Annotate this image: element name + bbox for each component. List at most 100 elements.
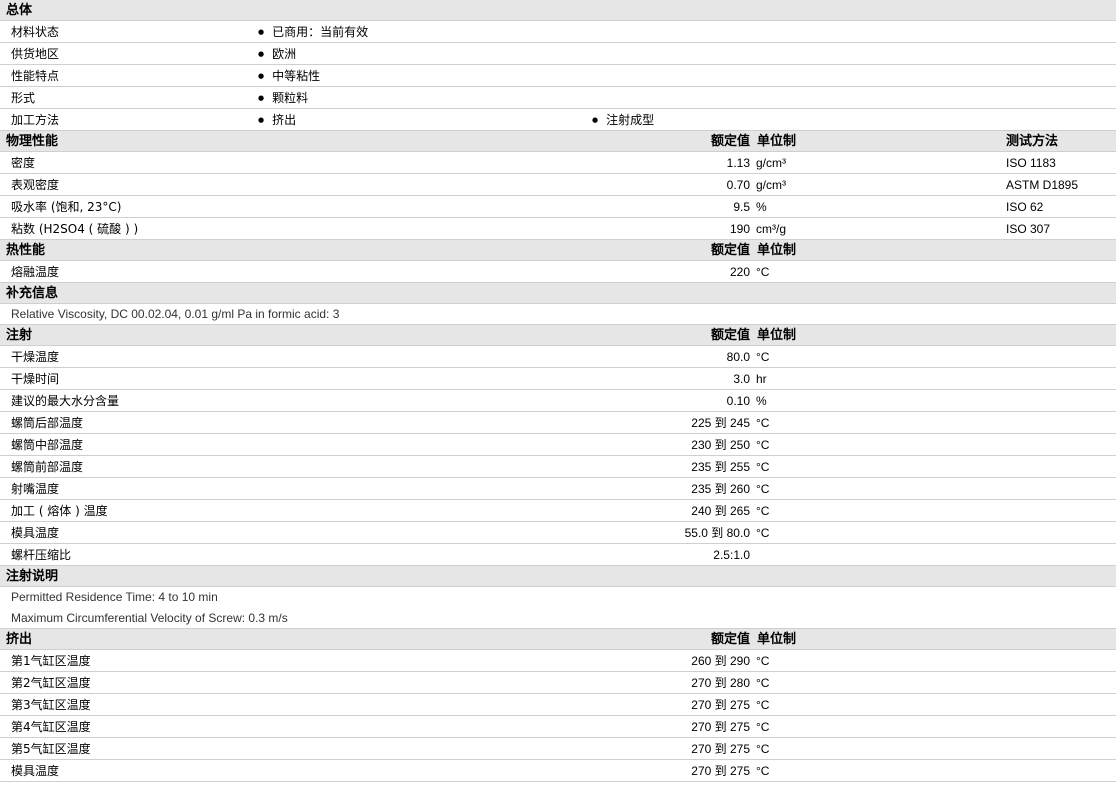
section-title: 补充信息 [6,286,59,301]
test-method: ASTM D1895 [1006,178,1079,192]
unit: °C [756,350,770,364]
column-header-nominal: 额定值 [710,632,750,647]
property-value: 颗粒料 [258,87,308,111]
section-title: 注射说明 [6,569,59,584]
unit: % [756,394,767,408]
nominal-value: 0.70 [726,178,750,192]
unit: °C [756,265,770,279]
property-label: 第1气缸区温度 [11,654,91,668]
section-title: 物理性能 [6,134,59,149]
injection-row: 干燥温度 80.0 °C [0,346,1116,368]
nominal-value: 270 到 275 [691,720,750,734]
unit: g/cm³ [756,156,786,170]
injection-row: 干燥时间 3.0 hr [0,368,1116,390]
extrusion-row: 第5气缸区温度 270 到 275 °C [0,738,1116,760]
section-header-extrusion: 挤出 额定值 单位制 [0,629,1116,650]
injection-note: Permitted Residence Time: 4 to 10 min [0,587,1116,608]
property-label: 第2气缸区温度 [11,676,91,690]
property-label: 表观密度 [11,178,60,192]
property-label: 材料状态 [11,25,60,39]
property-label: 供货地区 [11,47,60,61]
section-header-general: 总体 [0,0,1116,21]
note-text: Relative Viscosity, DC 00.02.04, 0.01 g/… [11,307,340,321]
column-header-method: 测试方法 [1006,134,1059,149]
column-header-nominal: 额定值 [710,134,750,149]
unit: g/cm³ [756,178,786,192]
nominal-value: 270 到 275 [691,742,750,756]
nominal-value: 190 [729,222,750,236]
unit: cm³/g [756,222,786,236]
property-label: 射嘴温度 [11,482,60,496]
property-label: 建议的最大水分含量 [11,394,120,408]
nominal-value: 240 到 265 [691,504,750,518]
property-label: 模具温度 [11,764,60,778]
nominal-value: 235 到 260 [691,482,750,496]
injection-note: Maximum Circumferential Velocity of Scre… [0,608,1116,629]
unit: °C [756,698,770,712]
section-header-thermal: 热性能 额定值 单位制 [0,240,1116,261]
property-label: 熔融温度 [11,265,60,279]
unit: °C [756,416,770,430]
section-header-injection: 注射 额定值 单位制 [0,325,1116,346]
section-title: 总体 [6,3,33,18]
unit: °C [756,482,770,496]
supplement-note: Relative Viscosity, DC 00.02.04, 0.01 g/… [0,304,1116,325]
general-row: 材料状态 已商用：当前有效 [0,21,1116,43]
nominal-value: 230 到 250 [691,438,750,452]
property-label: 螺筒后部温度 [11,416,84,430]
section-title: 挤出 [6,632,33,647]
property-label: 模具温度 [11,526,60,540]
property-label: 形式 [11,91,36,105]
property-label: 密度 [11,156,36,170]
property-label: 螺筒前部温度 [11,460,84,474]
section-header-physical: 物理性能 额定值 单位制 测试方法 [0,131,1116,152]
general-row: 形式 颗粒料 [0,87,1116,109]
unit: °C [756,764,770,778]
property-label: 干燥时间 [11,372,60,386]
property-label: 第5气缸区温度 [11,742,91,756]
general-row: 性能特点 中等粘性 [0,65,1116,87]
nominal-value: 235 到 255 [691,460,750,474]
test-method: ISO 307 [1006,222,1051,236]
extrusion-row: 第3气缸区温度 270 到 275 °C [0,694,1116,716]
property-label: 加工 ( 熔体 ) 温度 [11,504,108,518]
physical-row: 密度 1.13 g/cm³ ISO 1183 [0,152,1116,174]
extrusion-row: 第4气缸区温度 270 到 275 °C [0,716,1116,738]
property-value: 欧洲 [258,43,296,67]
extrusion-row: 第2气缸区温度 270 到 280 °C [0,672,1116,694]
injection-row: 模具温度 55.0 到 80.0 °C [0,522,1116,544]
note-text: Maximum Circumferential Velocity of Scre… [11,611,288,625]
nominal-value: 55.0 到 80.0 [684,526,750,540]
column-header-nominal: 额定值 [710,328,750,343]
injection-row: 建议的最大水分含量 0.10 % [0,390,1116,412]
property-label: 性能特点 [11,69,60,83]
nominal-value: 9.5 [733,200,750,214]
nominal-value: 270 到 280 [691,676,750,690]
general-row: 加工方法 挤出 注射成型 [0,109,1116,131]
test-method: ISO 1183 [1006,156,1056,170]
unit: °C [756,460,770,474]
nominal-value: 80.0 [726,350,750,364]
property-value: 已商用：当前有效 [258,21,368,45]
column-header-unit: 单位制 [757,632,797,647]
unit: °C [756,526,770,540]
nominal-value: 3.0 [733,372,750,386]
unit: % [756,200,767,214]
unit: °C [756,504,770,518]
column-header-unit: 单位制 [757,134,797,149]
injection-row: 射嘴温度 235 到 260 °C [0,478,1116,500]
unit: °C [756,720,770,734]
unit: hr [756,372,767,386]
nominal-value: 270 到 275 [691,764,750,778]
injection-row: 螺筒中部温度 230 到 250 °C [0,434,1116,456]
nominal-value: 2.5:1.0 [713,548,750,562]
unit: °C [756,654,770,668]
physical-row: 吸水率 (饱和, 23°C) 9.5 % ISO 62 [0,196,1116,218]
property-value: 挤出 [258,109,296,133]
unit: °C [756,438,770,452]
column-header-nominal: 额定值 [710,243,750,258]
nominal-value: 1.13 [726,156,750,170]
property-value: 中等粘性 [258,65,320,89]
nominal-value: 270 到 275 [691,698,750,712]
extrusion-row: 模具温度 270 到 275 °C [0,760,1116,782]
